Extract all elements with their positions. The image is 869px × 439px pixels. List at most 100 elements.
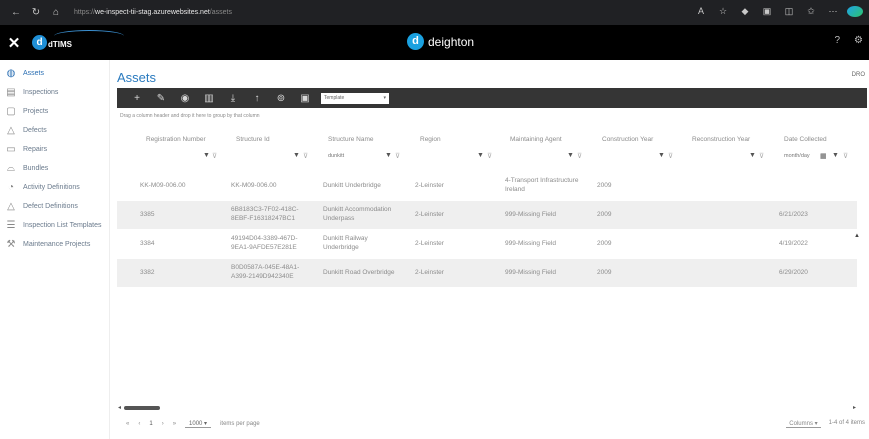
column-header-structure-name[interactable]: Structure Name	[328, 136, 374, 143]
upload-icon[interactable]: ↑	[245, 93, 269, 104]
structure-name-filter-input[interactable]: dunkitt	[328, 153, 344, 159]
sidebar-item-bundles[interactable]: ⌓ Bundles	[0, 159, 109, 178]
repair-icon: ▭	[6, 143, 16, 155]
warning-icon: △	[7, 124, 15, 136]
column-header-structure-id[interactable]: Structure Id	[236, 136, 270, 143]
sidebar-item-inspection-list-templates[interactable]: ☰ Inspection List Templates	[0, 216, 109, 235]
main-content: Assets DRO + ✎ ◉ ▥ ⤓ ↑ ⊚ ▣ Template ▾ Dr…	[112, 60, 869, 439]
refresh-icon[interactable]: ↻	[26, 7, 46, 18]
table-row[interactable]: 3382 B0D0587A-045E-48A1-A399-2149D942340…	[117, 259, 857, 287]
table-row[interactable]: 3384 49194D04-3389-467D-9EA1-9AFDE57E281…	[117, 230, 857, 258]
sync-icon[interactable]: ⊚	[269, 93, 293, 104]
projects-icon: ▢	[6, 105, 16, 117]
scroll-right-icon[interactable]: ▸	[853, 404, 856, 411]
view-icon[interactable]: ◉	[173, 93, 197, 104]
url-host: we-inspect-tii-stag.azurewebsites.net	[95, 9, 210, 16]
dtims-logo[interactable]: d dTIMS	[28, 30, 124, 55]
home-icon[interactable]: ⌂	[46, 7, 66, 18]
clear-filter-icon[interactable]: ⊽	[668, 152, 673, 160]
template-icon: ☰	[6, 219, 16, 231]
edge-copilot-icon[interactable]	[847, 6, 863, 19]
horizontal-scrollbar-thumb[interactable]	[124, 406, 160, 410]
template-select[interactable]: Template ▾	[321, 92, 389, 104]
grid-toolbar: + ✎ ◉ ▥ ⤓ ↑ ⊚ ▣ Template ▾	[117, 88, 867, 108]
clear-filter-icon[interactable]: ⊽	[843, 152, 848, 160]
sidebar-item-defects[interactable]: △ Defects	[0, 121, 109, 140]
columns-button[interactable]: Columns ▾	[786, 420, 821, 428]
current-page[interactable]: 1	[149, 421, 152, 427]
back-icon[interactable]: ←	[6, 7, 26, 18]
sidebar-item-activity-definitions[interactable]: ◔ Activity Definitions	[0, 178, 109, 197]
activity-icon: ◔	[7, 181, 15, 193]
browser-menu-icon[interactable]: ⋯	[825, 6, 841, 19]
filter-icon[interactable]: ▼	[749, 152, 756, 159]
sidebar-item-assets[interactable]: ◍ Assets	[0, 64, 109, 83]
user-code[interactable]: DRO	[852, 72, 865, 78]
close-menu-icon[interactable]: ✕	[0, 34, 28, 52]
column-header-registration-number[interactable]: Registration Number	[146, 136, 206, 143]
filter-icon[interactable]: ▼	[203, 152, 210, 159]
prev-page-icon[interactable]: ‹	[138, 421, 140, 427]
url-path: /assets	[209, 9, 232, 16]
sidebar-item-maintenance-projects[interactable]: ⚒ Maintenance Projects	[0, 235, 109, 254]
table-row[interactable]: 3385 6B8183C3-7F02-418C-8EBF-F16318247BC…	[117, 201, 857, 229]
filter-icon[interactable]: ▼	[658, 152, 665, 159]
help-icon[interactable]: ?	[834, 35, 840, 46]
clear-filter-icon[interactable]: ⊽	[487, 152, 492, 160]
favorites-bar-icon[interactable]: ✩	[803, 6, 819, 19]
globe-icon: ◍	[6, 67, 16, 79]
download-icon[interactable]: ⤓	[221, 93, 245, 104]
column-header-reconstruction-year[interactable]: Reconstruction Year	[692, 136, 750, 143]
split-screen-icon[interactable]: ◫	[781, 6, 797, 19]
read-aloud-icon[interactable]: A	[693, 6, 709, 19]
clear-filter-icon[interactable]: ⊽	[577, 152, 582, 160]
filter-icon[interactable]: ▼	[293, 152, 300, 159]
settings-icon[interactable]: ⚙	[854, 35, 863, 46]
first-page-icon[interactable]: «	[126, 421, 129, 427]
browser-toolbar: ← ↻ ⌂ https:// we-inspect-tii-stag.azure…	[0, 0, 869, 25]
table-row[interactable]: KK-M09-006.00 KK-M09-006.00 Dunkitt Unde…	[117, 172, 857, 200]
clear-filter-icon[interactable]: ⊽	[395, 152, 400, 160]
column-header-region[interactable]: Region	[420, 136, 441, 143]
scroll-left-icon[interactable]: ◂	[118, 404, 121, 411]
save-template-icon[interactable]: ▣	[293, 93, 317, 104]
extension-icon[interactable]: ◆	[737, 6, 753, 19]
sidebar-item-defect-definitions[interactable]: △ Defect Definitions	[0, 197, 109, 216]
next-page-icon[interactable]: ›	[162, 421, 164, 427]
defect-def-icon: △	[7, 200, 15, 212]
last-page-icon[interactable]: »	[173, 421, 176, 427]
column-header-date-collected[interactable]: Date Collected	[784, 136, 827, 143]
sidebar-item-inspections[interactable]: ▤ Inspections	[0, 83, 109, 102]
sidebar-item-repairs[interactable]: ▭ Repairs	[0, 140, 109, 159]
url-protocol: https://	[74, 9, 96, 16]
clipboard-icon: ▤	[6, 86, 16, 98]
app-header: ✕ d dTIMS d deighton ? ⚙	[0, 25, 869, 60]
column-header-maintaining-agent[interactable]: Maintaining Agent	[510, 136, 562, 143]
filter-icon[interactable]: ▼	[385, 152, 392, 159]
wrench-icon: ⚒	[6, 238, 16, 250]
group-by-hint: Drag a column header and drop it here to…	[120, 113, 260, 119]
delete-icon[interactable]: ▥	[197, 93, 221, 104]
address-bar[interactable]: https:// we-inspect-tii-stag.azurewebsit…	[74, 5, 685, 21]
clear-filter-icon[interactable]: ⊽	[303, 152, 308, 160]
favorite-icon[interactable]: ☆	[715, 6, 731, 19]
edit-icon[interactable]: ✎	[149, 93, 173, 104]
add-icon[interactable]: +	[125, 93, 149, 104]
scroll-up-icon[interactable]: ▲	[854, 233, 860, 239]
date-collected-filter-input[interactable]: month/day	[784, 153, 810, 159]
filter-row: ▼ ⊽ ▼ ⊽ dunkitt ▼ ⊽ ▼ ⊽ ▼ ⊽ ▼ ⊽ ▼ ⊽ mont…	[117, 150, 857, 164]
calendar-icon[interactable]: ▦	[820, 152, 827, 160]
page-size-select[interactable]: 1000 ▾	[185, 420, 212, 428]
deighton-logo: d deighton	[407, 33, 474, 50]
filter-icon[interactable]: ▼	[567, 152, 574, 159]
sidebar-item-projects[interactable]: ▢ Projects	[0, 102, 109, 121]
column-header-construction-year[interactable]: Construction Year	[602, 136, 653, 143]
clear-filter-icon[interactable]: ⊽	[212, 152, 217, 160]
pager-summary: 1-4 of 4 items	[828, 420, 865, 426]
collections-icon[interactable]: ▣	[759, 6, 775, 19]
per-page-label: items per page	[220, 421, 260, 427]
clear-filter-icon[interactable]: ⊽	[759, 152, 764, 160]
filter-icon[interactable]: ▼	[477, 152, 484, 159]
page-title: Assets	[117, 70, 157, 85]
filter-icon[interactable]: ▼	[832, 152, 839, 159]
